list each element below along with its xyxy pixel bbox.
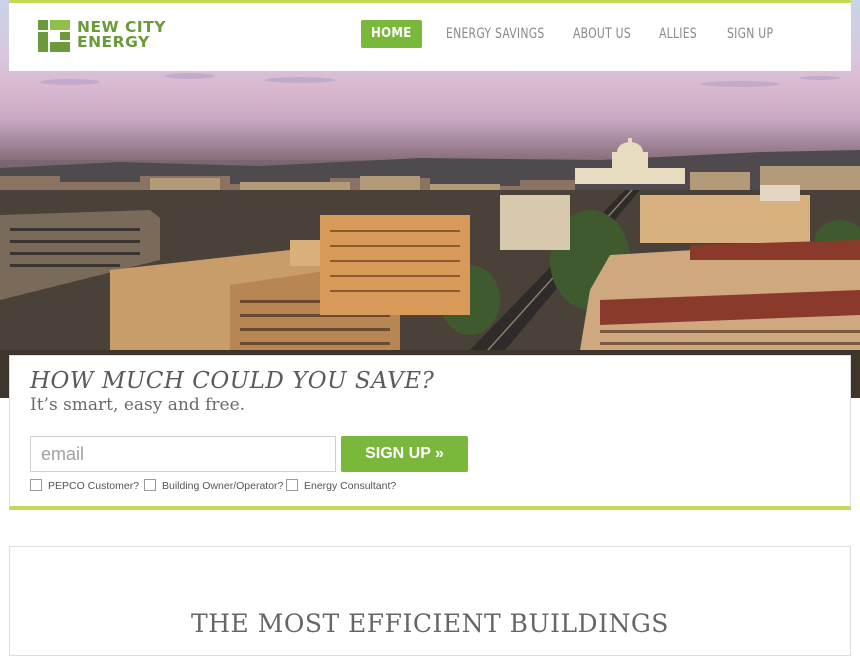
savings-signup-box: HOW MUCH COULD YOU SAVE? It’s smart, eas… [9,355,851,510]
checkbox-label: Energy Consultant? [304,480,397,492]
brand-name-line2: ENERGY [77,33,150,51]
brand-name: NEW CITY ENERGY [77,19,166,51]
pepco-customer-checkbox[interactable]: PEPCO Customer? [30,478,139,494]
savings-heading: HOW MUCH COULD YOU SAVE? [30,368,435,394]
energy-consultant-checkbox[interactable]: Energy Consultant? [286,478,396,494]
nav-item-home[interactable]: HOME [361,20,422,48]
checkbox-label: PEPCO Customer? [48,480,140,492]
logo[interactable]: NEW CITY ENERGY [38,19,198,54]
efficient-buildings-section: THE MOST EFFICIENT BUILDINGS [9,546,851,656]
nav-item-about-us[interactable]: ABOUT US [573,20,631,48]
savings-subheading: It’s smart, easy and free. [30,395,246,415]
nav-item-sign-up[interactable]: SIGN UP [727,20,773,48]
site-header: NEW CITY ENERGY HOME ENERGY SAVINGS ABOU… [9,0,851,71]
checkbox-icon[interactable] [30,479,42,491]
email-input[interactable] [30,436,336,472]
nav-item-allies[interactable]: ALLIES [659,20,697,48]
section-title: THE MOST EFFICIENT BUILDINGS [191,609,669,638]
checkbox-icon[interactable] [144,479,156,491]
signup-button[interactable]: SIGN UP » [341,436,468,472]
nav-item-energy-savings[interactable]: ENERGY SAVINGS [446,20,544,48]
checkbox-icon[interactable] [286,479,298,491]
checkbox-label: Building Owner/Operator? [162,480,284,492]
nce-logo-icon [38,20,70,52]
building-owner-checkbox[interactable]: Building Owner/Operator? [144,478,283,494]
